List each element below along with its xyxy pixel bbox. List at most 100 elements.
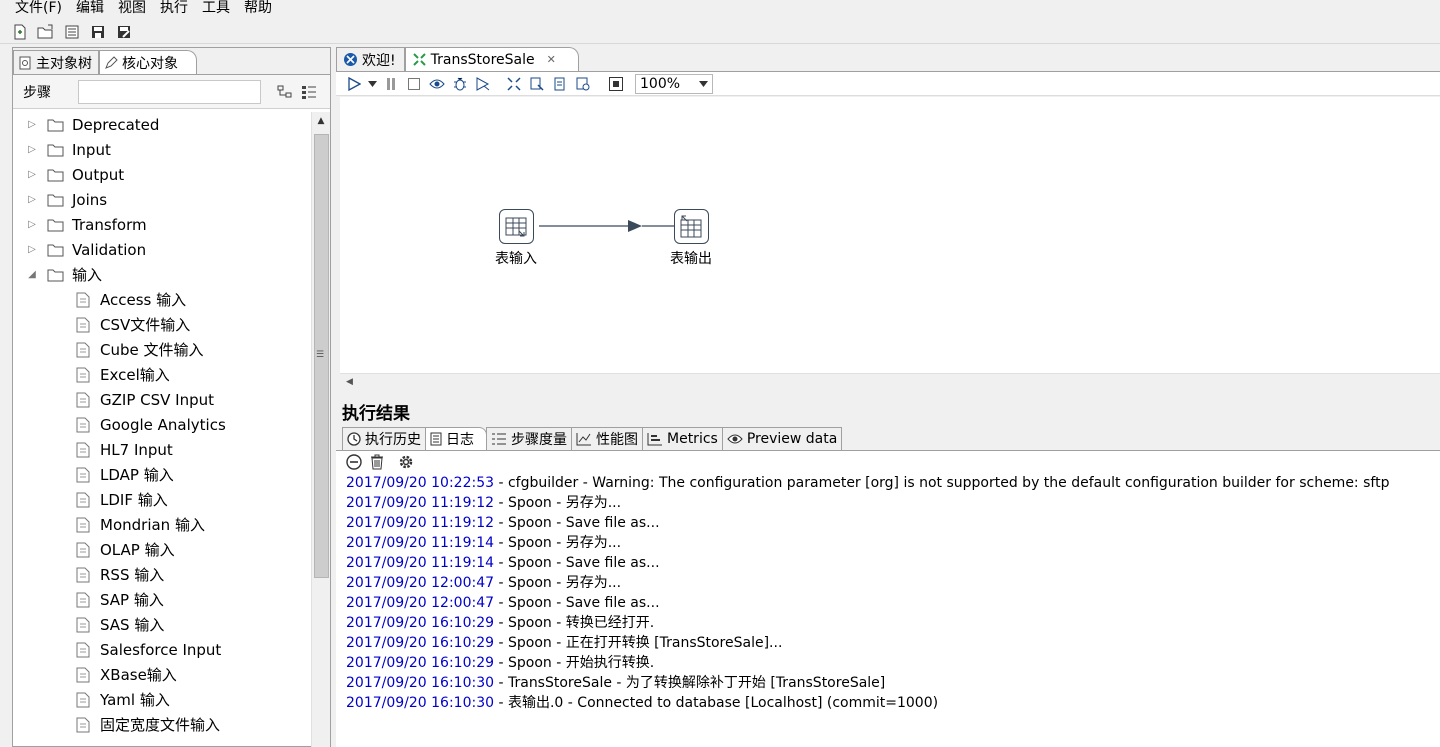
step-table-input[interactable]: 表输入 [486, 209, 546, 268]
tree-step-item[interactable]: CSV文件输入 [13, 312, 311, 337]
collapsed-triangle-icon[interactable]: ▷ [25, 244, 39, 255]
tab-metrics[interactable]: Metrics [642, 427, 723, 450]
menu-run[interactable]: 执行 [153, 0, 195, 18]
log-message: - TransStoreSale - 为了转换解除补丁开始 [TransStor… [494, 675, 886, 691]
gear-icon[interactable] [398, 454, 414, 470]
tab-step-metrics[interactable]: 步骤度量 [486, 427, 572, 450]
tree-folder[interactable]: ▷ Input [13, 137, 311, 162]
collapsed-triangle-icon[interactable]: ▷ [25, 119, 39, 130]
tree-step-item[interactable]: Yaml 输入 [13, 687, 311, 712]
collapsed-triangle-icon[interactable]: ▷ [25, 169, 39, 180]
step-type-icon [76, 617, 90, 633]
clear-log-icon[interactable] [346, 454, 362, 470]
tree-folder[interactable]: ▷ Joins [13, 187, 311, 212]
expand-all-icon[interactable] [277, 84, 293, 100]
scroll-up-icon[interactable]: ▲ [312, 112, 330, 130]
step-search-input[interactable] [78, 79, 261, 104]
menu-view[interactable]: 视图 [111, 0, 153, 18]
tree-step-item[interactable]: Excel输入 [13, 362, 311, 387]
tab-performance-chart[interactable]: 性能图 [571, 427, 643, 450]
run-icon[interactable] [344, 75, 363, 93]
tree-step-item[interactable]: HL7 Input [13, 437, 311, 462]
folder-icon [47, 243, 64, 257]
menu-file[interactable]: 文件(F) [0, 0, 69, 18]
trash-icon[interactable] [370, 454, 384, 470]
tree-folder[interactable]: ▷ Output [13, 162, 311, 187]
close-icon[interactable]: ✕ [547, 53, 556, 66]
tab-main-tree[interactable]: 主对象树 [13, 50, 99, 74]
stop-icon[interactable] [404, 75, 423, 93]
expanded-triangle-icon[interactable]: ◢ [25, 269, 39, 280]
tab-execution-history[interactable]: 执行历史 [342, 427, 426, 450]
pause-icon[interactable] [381, 75, 400, 93]
left-tab-bar: 主对象树 核心对象 [13, 48, 330, 75]
save-icon[interactable] [88, 22, 108, 42]
tree-step-item[interactable]: Salesforce Input [13, 637, 311, 662]
menu-help[interactable]: 帮助 [237, 0, 279, 18]
explore-db-icon[interactable] [573, 75, 592, 93]
menu-edit[interactable]: 编辑 [69, 0, 111, 18]
tree-folder[interactable]: ▷ Deprecated [13, 112, 311, 137]
tree-step-item[interactable]: XBase输入 [13, 662, 311, 687]
tree-step-item[interactable]: Mondrian 输入 [13, 512, 311, 537]
tree-step-item[interactable]: GZIP CSV Input [13, 387, 311, 412]
tree-step-item[interactable]: 固定宽度文件输入 [13, 712, 311, 737]
tab-transstoresale[interactable]: TransStoreSale ✕ [404, 47, 579, 71]
tab-log[interactable]: 日志 [425, 427, 487, 450]
impact-icon[interactable] [527, 75, 546, 93]
collapsed-triangle-icon[interactable]: ▷ [25, 219, 39, 230]
folder-icon [47, 143, 64, 157]
log-timestamp: 2017/09/20 11:19:12 [346, 515, 495, 531]
debug-icon[interactable] [450, 75, 469, 93]
scroll-left-icon[interactable]: ◀ [346, 377, 353, 387]
log-timestamp: 2017/09/20 16:10:29 [346, 655, 495, 671]
main-toolbar [0, 20, 1440, 44]
tree-folder[interactable]: ▷ Validation [13, 237, 311, 262]
replay-icon[interactable] [473, 75, 492, 93]
open-folder-icon[interactable] [36, 22, 56, 42]
step-type-icon [76, 517, 90, 533]
tree-step-item[interactable]: LDIF 输入 [13, 487, 311, 512]
tab-welcome[interactable]: 欢迎! [336, 47, 405, 71]
tree-step-item[interactable]: LDAP 输入 [13, 462, 311, 487]
log-timestamp: 2017/09/20 10:22:53 [346, 475, 495, 491]
eye-icon [727, 434, 743, 444]
tree-folder[interactable]: ▷ Transform [13, 212, 311, 237]
step-type-icon [76, 692, 90, 708]
tree-step-item[interactable]: SAS 输入 [13, 612, 311, 637]
step-table-output[interactable]: 表输出 [661, 209, 721, 268]
collapse-all-icon[interactable] [301, 84, 317, 100]
tree-folder[interactable]: ◢ 输入 [13, 262, 311, 287]
tab-preview-data[interactable]: Preview data [721, 427, 843, 450]
tree-step-item[interactable]: OLAP 输入 [13, 537, 311, 562]
tree-step-item[interactable]: Access 输入 [13, 287, 311, 312]
run-options-chevron-down-icon[interactable] [367, 75, 377, 93]
tree-scrollbar[interactable]: ▲ ☰ [311, 112, 330, 747]
tree-folder-label: Output [72, 165, 125, 184]
canvas-horizontal-scrollbar[interactable]: ◀ [340, 373, 1440, 390]
explore-icon[interactable] [62, 22, 82, 42]
show-grid-icon[interactable] [606, 75, 625, 93]
tree-step-item[interactable]: Google Analytics [13, 412, 311, 437]
step-type-icon [76, 317, 90, 333]
tab-core-objects[interactable]: 核心对象 [99, 50, 197, 74]
log-line: 2017/09/20 10:22:53 - cfgbuilder - Warni… [346, 473, 1440, 493]
save-as-icon[interactable] [114, 22, 134, 42]
sql-icon[interactable] [550, 75, 569, 93]
collapsed-triangle-icon[interactable]: ▷ [25, 144, 39, 155]
log-line: 2017/09/20 16:10:29 - Spoon - 开始执行转换. [346, 653, 1440, 673]
tree-step-label: LDIF 输入 [100, 491, 168, 509]
menu-tools[interactable]: 工具 [195, 0, 237, 18]
new-file-icon[interactable] [10, 22, 30, 42]
collapsed-triangle-icon[interactable]: ▷ [25, 194, 39, 205]
verify-icon[interactable] [504, 75, 523, 93]
tree-step-label: Mondrian 输入 [100, 516, 205, 534]
tree-step-item[interactable]: RSS 输入 [13, 562, 311, 587]
zoom-select[interactable]: 100% [635, 73, 713, 94]
search-icon [19, 56, 31, 69]
transformation-canvas[interactable]: 表输入 表输出 [340, 97, 1440, 373]
log-output[interactable]: 2017/09/20 10:22:53 - cfgbuilder - Warni… [336, 473, 1440, 713]
tree-step-item[interactable]: SAP 输入 [13, 587, 311, 612]
preview-eye-icon[interactable] [427, 75, 446, 93]
tree-step-item[interactable]: Cube 文件输入 [13, 337, 311, 362]
